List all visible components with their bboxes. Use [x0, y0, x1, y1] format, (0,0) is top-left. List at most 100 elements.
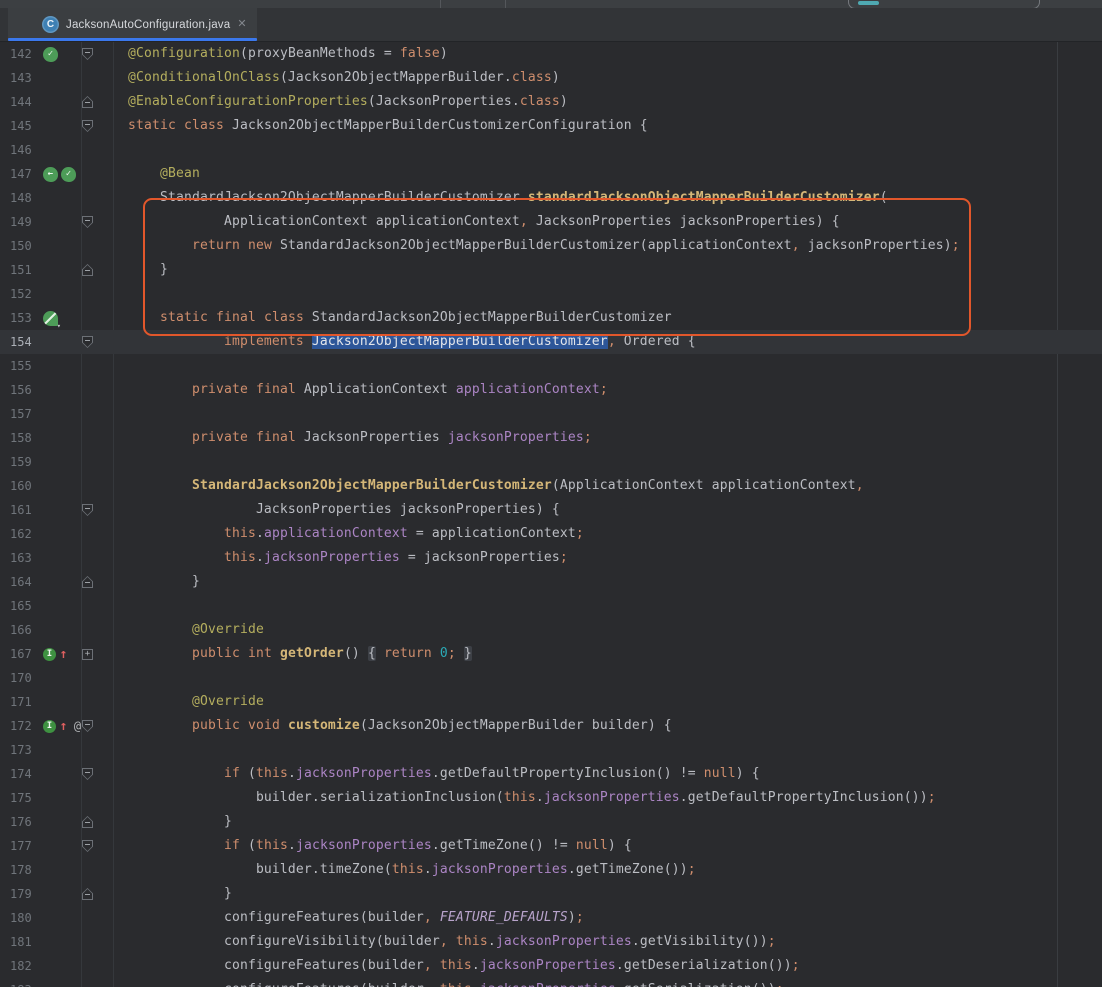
code-line-176[interactable]: 176 }: [0, 810, 1102, 834]
code-text-176[interactable]: }: [96, 810, 232, 834]
line-number-182[interactable]: 182: [10, 954, 44, 978]
code-text-164[interactable]: }: [96, 570, 200, 594]
fold-marker-up-icon[interactable]: [82, 816, 93, 828]
code-line-154[interactable]: 154 implements Jackson2ObjectMapperBuild…: [0, 330, 1102, 354]
line-number-144[interactable]: 144: [10, 90, 44, 114]
code-text-174[interactable]: if (this.jacksonProperties.getDefaultPro…: [96, 762, 760, 786]
line-number-181[interactable]: 181: [10, 930, 44, 954]
line-number-158[interactable]: 158: [10, 426, 44, 450]
test-passed-icon[interactable]: ✓: [61, 167, 76, 182]
code-text-178[interactable]: builder.timeZone(this.jacksonProperties.…: [96, 858, 696, 882]
line-number-161[interactable]: 161: [10, 498, 44, 522]
code-line-171[interactable]: 171 @Override: [0, 690, 1102, 714]
line-number-146[interactable]: 146: [10, 138, 44, 162]
code-text-142[interactable]: @Configuration(proxyBeanMethods = false): [96, 42, 448, 66]
code-line-144[interactable]: 144 @EnableConfigurationProperties(Jacks…: [0, 90, 1102, 114]
line-number-143[interactable]: 143: [10, 66, 44, 90]
code-line-180[interactable]: 180 configureFeatures(builder, FEATURE_D…: [0, 906, 1102, 930]
fold-marker-down-icon[interactable]: [82, 216, 93, 228]
code-line-173[interactable]: 173: [0, 738, 1102, 762]
implementing-method-icon[interactable]: I: [43, 648, 56, 661]
code-line-155[interactable]: 155: [0, 354, 1102, 378]
code-text-149[interactable]: ApplicationContext applicationContext, J…: [96, 210, 840, 234]
code-line-153[interactable]: 153▾ static final class StandardJackson2…: [0, 306, 1102, 330]
line-number-171[interactable]: 171: [10, 690, 44, 714]
code-text-182[interactable]: configureFeatures(builder, this.jacksonP…: [96, 954, 800, 978]
spring-bean-leaf-icon[interactable]: ▾: [43, 311, 58, 326]
line-number-174[interactable]: 174: [10, 762, 44, 786]
code-text-145[interactable]: static class Jackson2ObjectMapperBuilder…: [96, 114, 648, 138]
code-line-183[interactable]: 183 configureFeatures(builder, this.jack…: [0, 978, 1102, 987]
line-number-163[interactable]: 163: [10, 546, 44, 570]
code-line-170[interactable]: 170: [0, 666, 1102, 690]
line-number-150[interactable]: 150: [10, 234, 44, 258]
code-text-172[interactable]: public void customize(Jackson2ObjectMapp…: [96, 714, 672, 738]
code-line-158[interactable]: 158 private final JacksonProperties jack…: [0, 426, 1102, 450]
line-number-166[interactable]: 166: [10, 618, 44, 642]
code-line-167[interactable]: 167I↑+ public int getOrder() { return 0;…: [0, 642, 1102, 666]
code-line-166[interactable]: 166 @Override: [0, 618, 1102, 642]
code-text-167[interactable]: public int getOrder() { return 0; }: [96, 642, 472, 666]
run-widget-cutoff[interactable]: [848, 0, 1040, 8]
code-text-144[interactable]: @EnableConfigurationProperties(JacksonPr…: [96, 90, 568, 114]
code-text-150[interactable]: return new StandardJackson2ObjectMapperB…: [96, 234, 960, 258]
code-line-149[interactable]: 149 ApplicationContext applicationContex…: [0, 210, 1102, 234]
code-line-150[interactable]: 150 return new StandardJackson2ObjectMap…: [0, 234, 1102, 258]
code-text-162[interactable]: this.applicationContext = applicationCon…: [96, 522, 584, 546]
fold-marker-down-icon[interactable]: [82, 768, 93, 780]
code-text-177[interactable]: if (this.jacksonProperties.getTimeZone()…: [96, 834, 632, 858]
line-number-165[interactable]: 165: [10, 594, 44, 618]
line-number-170[interactable]: 170: [10, 666, 44, 690]
code-line-146[interactable]: 146: [0, 138, 1102, 162]
fold-marker-down-icon[interactable]: [82, 840, 93, 852]
code-text-147[interactable]: @Bean: [96, 162, 200, 186]
line-number-176[interactable]: 176: [10, 810, 44, 834]
test-passed-icon[interactable]: ✓: [43, 47, 58, 62]
code-line-175[interactable]: 175 builder.serializationInclusion(this.…: [0, 786, 1102, 810]
code-line-159[interactable]: 159: [0, 450, 1102, 474]
line-number-178[interactable]: 178: [10, 858, 44, 882]
code-line-163[interactable]: 163 this.jacksonProperties = jacksonProp…: [0, 546, 1102, 570]
line-number-164[interactable]: 164: [10, 570, 44, 594]
code-text-153[interactable]: static final class StandardJackson2Objec…: [96, 306, 672, 330]
line-number-179[interactable]: 179: [10, 882, 44, 906]
line-number-145[interactable]: 145: [10, 114, 44, 138]
line-number-151[interactable]: 151: [10, 258, 44, 282]
code-text-154[interactable]: implements Jackson2ObjectMapperBuilderCu…: [96, 330, 696, 354]
code-line-165[interactable]: 165: [0, 594, 1102, 618]
code-line-143[interactable]: 143 @ConditionalOnClass(Jackson2ObjectMa…: [0, 66, 1102, 90]
line-number-175[interactable]: 175: [10, 786, 44, 810]
code-text-148[interactable]: StandardJackson2ObjectMapperBuilderCusto…: [96, 186, 888, 210]
line-number-152[interactable]: 152: [10, 282, 44, 306]
code-line-179[interactable]: 179 }: [0, 882, 1102, 906]
line-number-180[interactable]: 180: [10, 906, 44, 930]
line-number-147[interactable]: 147: [10, 162, 44, 186]
code-text-163[interactable]: this.jacksonProperties = jacksonProperti…: [96, 546, 568, 570]
line-number-173[interactable]: 173: [10, 738, 44, 762]
line-number-156[interactable]: 156: [10, 378, 44, 402]
code-text-175[interactable]: builder.serializationInclusion(this.jack…: [96, 786, 936, 810]
code-text-158[interactable]: private final JacksonProperties jacksonP…: [96, 426, 592, 450]
line-number-172[interactable]: 172: [10, 714, 44, 738]
fold-marker-down-icon[interactable]: [82, 504, 93, 516]
code-line-181[interactable]: 181 configureVisibility(builder, this.ja…: [0, 930, 1102, 954]
code-line-178[interactable]: 178 builder.timeZone(this.jacksonPropert…: [0, 858, 1102, 882]
code-text-151[interactable]: }: [96, 258, 168, 282]
tab-close-icon[interactable]: ✕: [237, 19, 246, 30]
fold-marker-up-icon[interactable]: [82, 576, 93, 588]
code-text-161[interactable]: JacksonProperties jacksonProperties) {: [96, 498, 560, 522]
code-text-143[interactable]: @ConditionalOnClass(Jackson2ObjectMapper…: [96, 66, 560, 90]
code-line-147[interactable]: 147←✓ @Bean: [0, 162, 1102, 186]
code-line-174[interactable]: 174 if (this.jacksonProperties.getDefaul…: [0, 762, 1102, 786]
code-line-182[interactable]: 182 configureFeatures(builder, this.jack…: [0, 954, 1102, 978]
overrides-up-icon[interactable]: ↑: [59, 647, 68, 662]
code-line-177[interactable]: 177 if (this.jacksonProperties.getTimeZo…: [0, 834, 1102, 858]
code-line-160[interactable]: 160 StandardJackson2ObjectMapperBuilderC…: [0, 474, 1102, 498]
line-number-155[interactable]: 155: [10, 354, 44, 378]
line-number-157[interactable]: 157: [10, 402, 44, 426]
code-line-148[interactable]: 148 StandardJackson2ObjectMapperBuilderC…: [0, 186, 1102, 210]
code-line-156[interactable]: 156 private final ApplicationContext app…: [0, 378, 1102, 402]
code-line-161[interactable]: 161 JacksonProperties jacksonProperties)…: [0, 498, 1102, 522]
code-text-180[interactable]: configureFeatures(builder, FEATURE_DEFAU…: [96, 906, 584, 930]
code-line-151[interactable]: 151 }: [0, 258, 1102, 282]
